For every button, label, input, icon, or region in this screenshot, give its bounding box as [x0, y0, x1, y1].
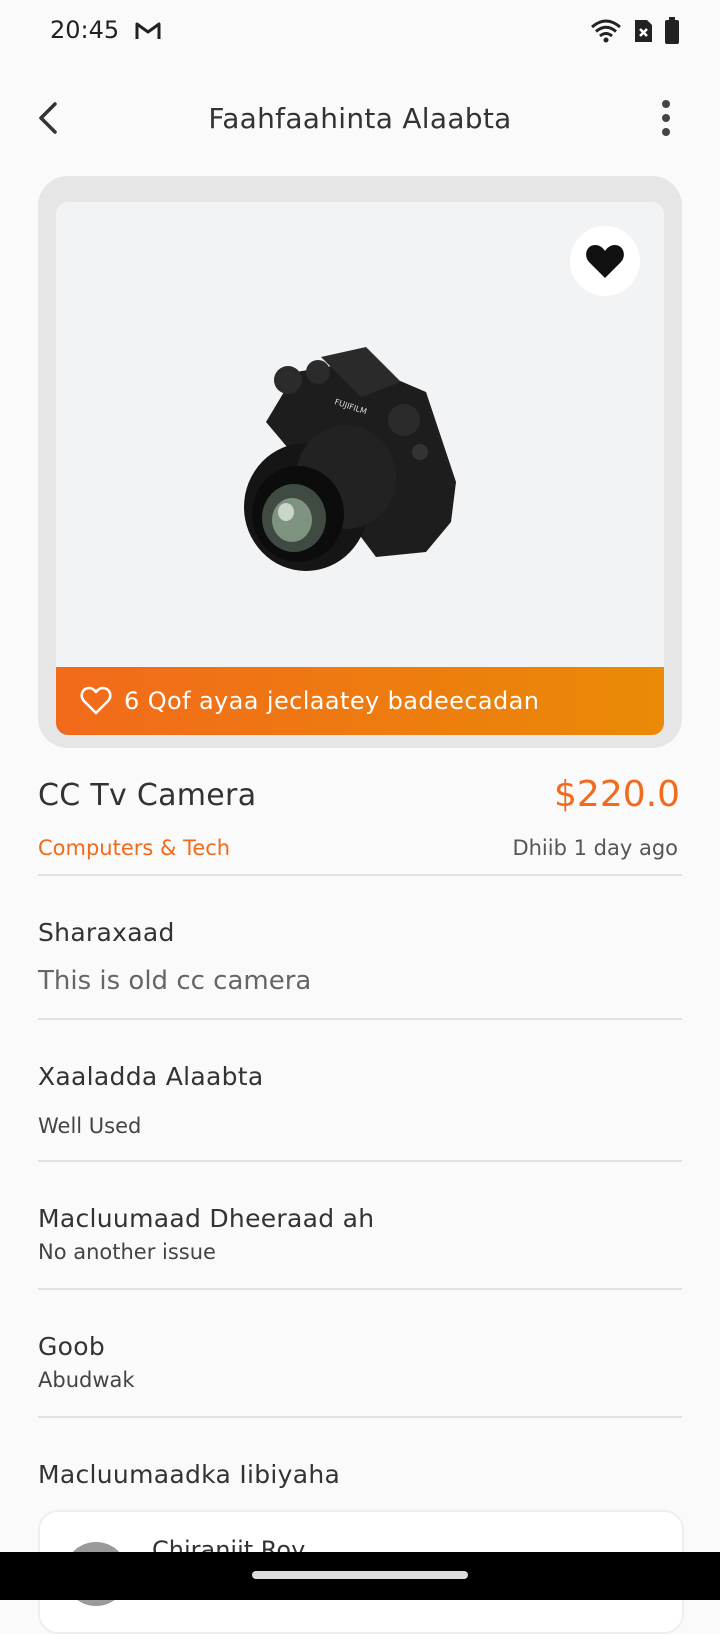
likes-text: 6 Qof ayaa jeclaatey badeecadan	[124, 687, 540, 715]
heart-filled-icon	[586, 245, 624, 278]
product-price: $220.0	[554, 774, 680, 815]
divider	[38, 1416, 682, 1418]
product-image[interactable]: FUJIFILM 6 Qof ayaa jeclaatey badeecadan	[56, 202, 664, 735]
wifi-icon	[591, 19, 621, 43]
divider	[38, 874, 682, 876]
more-options-button[interactable]	[652, 98, 680, 138]
likes-banner: 6 Qof ayaa jeclaatey badeecadan	[56, 667, 664, 735]
location-label: Goob	[38, 1332, 106, 1361]
camera-photo: FUJIFILM	[244, 347, 456, 571]
description-value: This is old cc camera	[38, 966, 312, 996]
product-category[interactable]: Computers & Tech	[38, 836, 230, 860]
home-gesture-handle[interactable]	[252, 1571, 468, 1579]
app-bar: Faahfaahinta Alaabta	[0, 80, 720, 160]
divider	[38, 1288, 682, 1290]
divider	[38, 1160, 682, 1162]
seller-section-label: Macluumaadka Iibiyaha	[38, 1460, 341, 1489]
extra-info-value: No another issue	[38, 1240, 216, 1264]
divider	[38, 1018, 682, 1020]
heart-outline-icon	[80, 686, 112, 715]
location-value: Abudwak	[38, 1368, 135, 1392]
condition-label: Xaaladda Alaabta	[38, 1062, 264, 1091]
no-sim-icon	[635, 20, 652, 42]
page-title: Faahfaahinta Alaabta	[208, 102, 512, 135]
product-image-card: FUJIFILM 6 Qof ayaa jeclaatey badeecadan	[38, 176, 682, 748]
description-label: Sharaxaad	[38, 918, 175, 947]
gmail-icon	[135, 22, 161, 39]
product-name: CC Tv Camera	[38, 778, 257, 813]
posted-time: Dhiib 1 day ago	[512, 836, 678, 860]
status-time: 20:45	[50, 16, 120, 44]
extra-info-label: Macluumaad Dheeraad ah	[38, 1204, 375, 1233]
condition-value: Well Used	[38, 1114, 142, 1138]
status-icons	[590, 17, 680, 45]
favorite-button[interactable]	[570, 226, 640, 296]
status-bar: 20:45	[0, 0, 720, 64]
more-vert-icon	[662, 100, 670, 108]
battery-icon	[665, 17, 679, 44]
system-nav-bar	[0, 1552, 720, 1600]
